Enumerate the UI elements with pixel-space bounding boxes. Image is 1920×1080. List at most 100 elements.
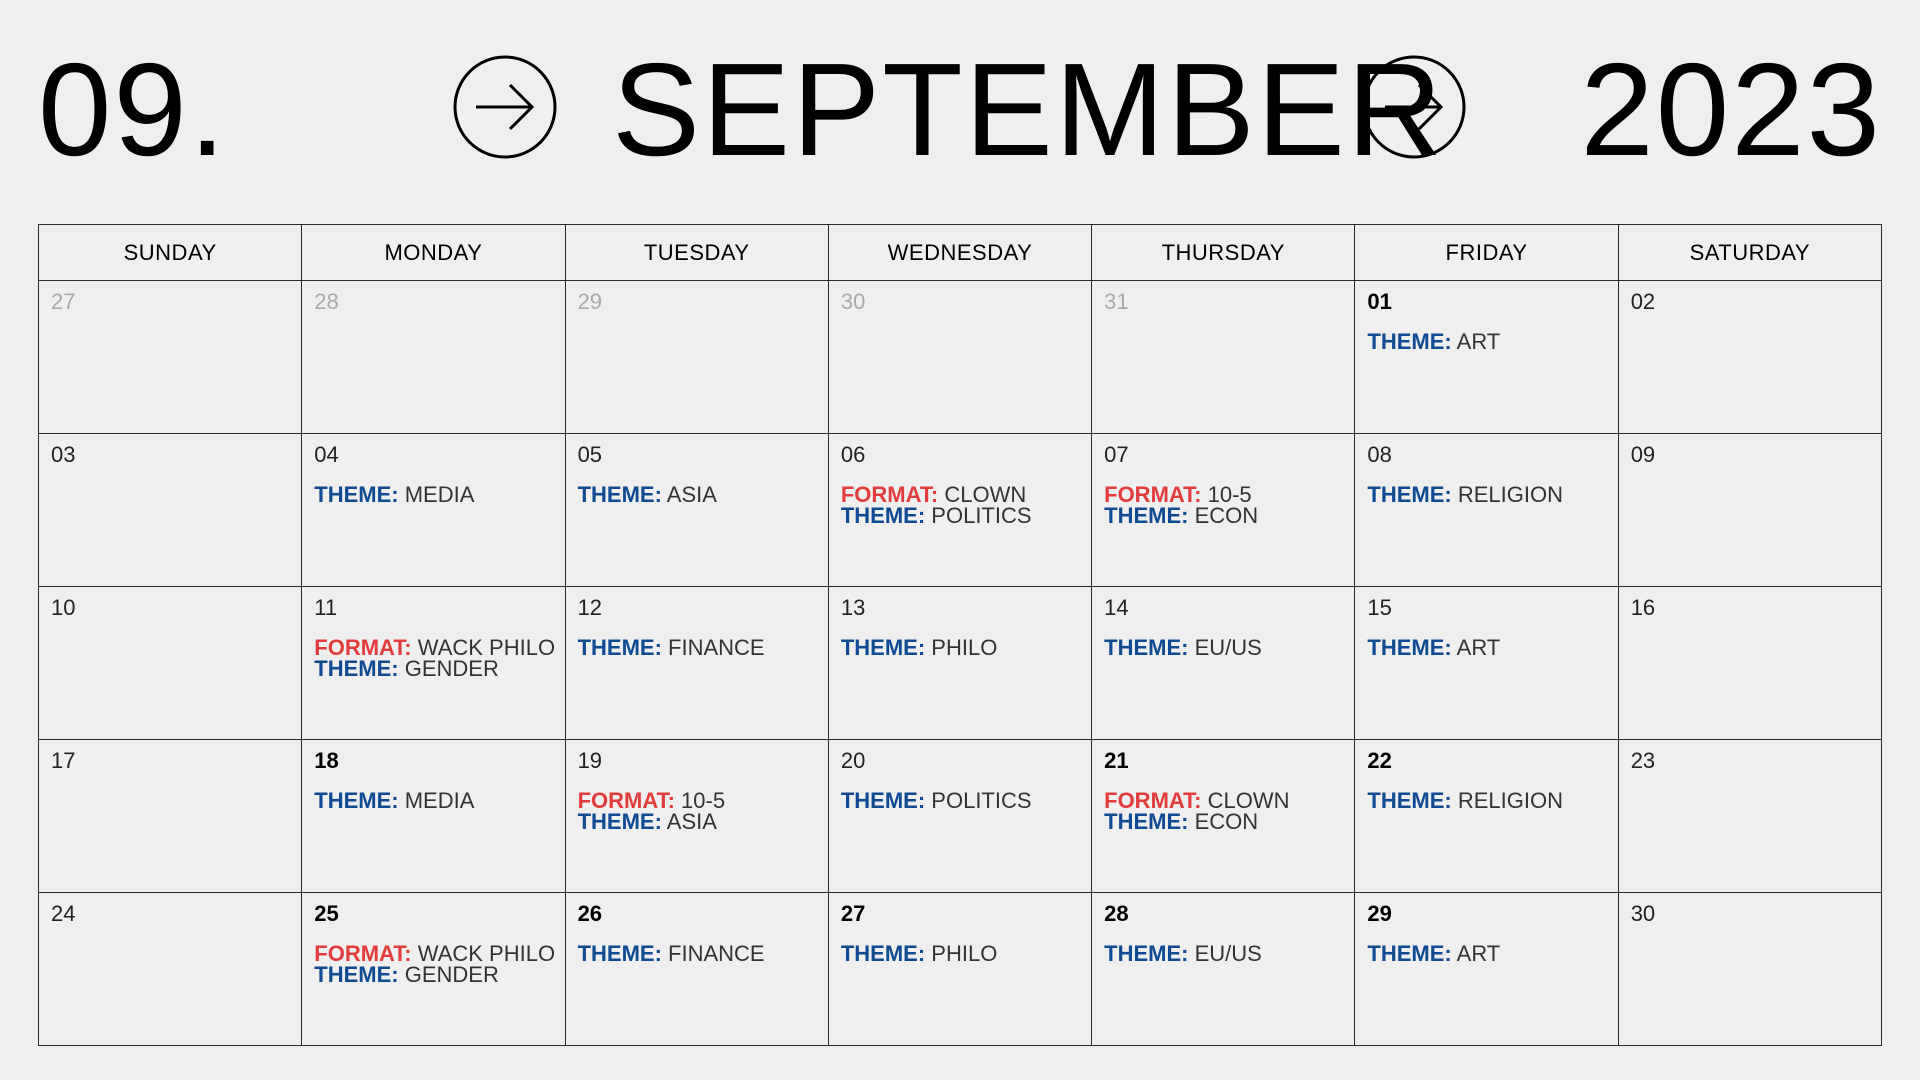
event-list: THEME: EU/US — [1104, 635, 1342, 660]
day-cell-content: 09 — [1619, 434, 1881, 468]
event-list: THEME: ART — [1367, 329, 1605, 354]
month-number: 09. — [38, 36, 228, 183]
day-cell[interactable]: 08 THEME: RELIGION — [1354, 433, 1619, 587]
theme-value: ASIA — [666, 482, 717, 507]
day-cell[interactable]: 02 — [1617, 280, 1883, 434]
day-number: 22 — [1367, 748, 1392, 773]
day-number: 03 — [51, 442, 76, 467]
theme-entry: THEME: EU/US — [1104, 635, 1342, 660]
theme-value: POLITICS — [931, 503, 1032, 528]
day-number: 30 — [840, 289, 866, 314]
theme-value: ASIA — [666, 809, 717, 834]
day-cell-content: 30 — [829, 281, 1091, 315]
day-cell[interactable]: 12 THEME: FINANCE — [564, 586, 829, 740]
day-cell[interactable]: 04 THEME: MEDIA — [301, 433, 566, 587]
event-list: FORMAT: CLOWN THEME: ECON — [1104, 790, 1342, 834]
day-cell[interactable]: 13 THEME: PHILO — [827, 586, 1093, 740]
day-cell[interactable]: 25 FORMAT: WACK PHILO THEME: GENDER — [301, 892, 566, 1046]
theme-value: EU/US — [1194, 941, 1262, 966]
event-list: THEME: MEDIA — [314, 790, 552, 812]
day-cell[interactable]: 28 THEME: EU/US — [1091, 892, 1356, 1046]
event-list: THEME: EU/US — [1104, 941, 1342, 966]
day-cell[interactable]: 17 — [37, 739, 303, 893]
event-list: THEME: PHILO — [840, 635, 1079, 660]
day-cell[interactable]: 30 — [827, 280, 1093, 434]
weekday-sunday: SUNDAY — [37, 224, 303, 281]
theme-value: MEDIA — [404, 482, 475, 507]
day-cell-content: 27 THEME: PHILO — [829, 893, 1091, 965]
day-number: 07 — [1104, 442, 1129, 467]
event-list: FORMAT: 10-5 THEME: ECON — [1104, 484, 1342, 527]
day-cell[interactable]: 01 THEME: ART — [1354, 280, 1619, 434]
day-cell[interactable]: 05 THEME: ASIA — [564, 433, 829, 587]
day-cell[interactable]: 09 — [1617, 433, 1883, 587]
theme-value: ECON — [1194, 809, 1259, 834]
day-cell[interactable]: 27 — [37, 280, 303, 434]
day-number: 24 — [51, 901, 76, 926]
day-cell[interactable]: 27 THEME: PHILO — [827, 892, 1093, 1046]
day-cell[interactable]: 29 — [564, 280, 829, 434]
theme-value: POLITICS — [931, 788, 1032, 813]
theme-label: THEME: — [840, 788, 926, 813]
theme-entry: THEME: POLITICS — [840, 788, 1079, 813]
day-cell-content: 20 THEME: POLITICS — [829, 740, 1091, 813]
day-cell[interactable]: 31 — [1091, 280, 1356, 434]
event-list: FORMAT: CLOWN THEME: POLITICS — [841, 484, 1079, 528]
arrow-right-circle-icon[interactable] — [1361, 54, 1467, 160]
theme-value: FINANCE — [668, 941, 765, 966]
day-cell[interactable]: 26 THEME: FINANCE — [564, 892, 829, 1046]
calendar-grid: SUNDAY MONDAY TUESDAY WEDNESDAY THURSDAY… — [37, 224, 1883, 1046]
theme-label: THEME: — [1104, 941, 1189, 966]
theme-label: THEME: — [840, 635, 926, 660]
day-number: 29 — [1367, 901, 1392, 926]
day-cell[interactable]: 10 — [37, 586, 303, 740]
event-list: THEME: MEDIA — [314, 482, 552, 507]
day-number: 13 — [840, 595, 866, 620]
day-cell[interactable]: 18 THEME: MEDIA — [301, 739, 566, 893]
day-cell[interactable]: 22 THEME: RELIGION — [1354, 739, 1619, 893]
day-cell[interactable]: 03 — [37, 433, 303, 587]
event-list: THEME: FINANCE — [578, 941, 816, 966]
arrow-right-circle-icon[interactable] — [452, 54, 558, 160]
theme-entry: THEME: FINANCE — [578, 637, 816, 659]
day-cell[interactable]: 19 FORMAT: 10-5 THEME: ASIA — [564, 739, 829, 893]
theme-label: THEME: — [1104, 635, 1189, 660]
calendar-header: 09. SEPTEMBER 2023 — [0, 0, 1920, 200]
day-cell[interactable]: 07 FORMAT: 10-5 THEME: ECON — [1091, 433, 1356, 587]
calendar-body: 27 28 29 30 31 01 THEME: ART 02 03 04 THEME: MEDIA… — [37, 280, 1883, 1046]
theme-entry: THEME: MEDIA — [314, 790, 552, 812]
day-cell[interactable]: 28 — [301, 280, 566, 434]
theme-entry: THEME: ART — [1367, 637, 1605, 659]
week-row: 17 18 THEME: MEDIA 19 FORMAT: 10-5 THEME: ASI… — [37, 739, 1883, 893]
theme-value: GENDER — [404, 962, 499, 987]
event-list: THEME: RELIGION — [1367, 790, 1605, 812]
theme-entry: THEME: EU/US — [1104, 941, 1342, 966]
day-number: 16 — [1630, 595, 1656, 620]
theme-entry: THEME: ECON — [1104, 809, 1342, 834]
day-cell[interactable]: 16 — [1617, 586, 1883, 740]
theme-value: ART — [1456, 941, 1501, 966]
day-number: 23 — [1630, 748, 1656, 773]
day-cell[interactable]: 21 FORMAT: CLOWN THEME: ECON — [1091, 739, 1356, 893]
day-cell[interactable]: 23 — [1617, 739, 1883, 893]
theme-value: ART — [1456, 329, 1501, 354]
day-cell-content: 03 — [39, 434, 301, 468]
week-row: 10 11 FORMAT: WACK PHILO THEME: GENDER 12 THE… — [37, 586, 1883, 740]
day-cell[interactable]: 30 — [1617, 892, 1883, 1046]
day-cell[interactable]: 29 THEME: ART — [1354, 892, 1619, 1046]
day-cell[interactable]: 20 THEME: POLITICS — [827, 739, 1093, 893]
day-number: 02 — [1630, 289, 1656, 314]
day-cell[interactable]: 06 FORMAT: CLOWN THEME: POLITICS — [827, 433, 1093, 587]
day-number: 11 — [314, 595, 338, 620]
day-cell-content: 25 FORMAT: WACK PHILO THEME: GENDER — [302, 893, 564, 987]
event-list: THEME: ART — [1367, 637, 1605, 659]
day-number: 20 — [840, 748, 866, 773]
day-cell[interactable]: 15 THEME: ART — [1354, 586, 1619, 740]
theme-label: THEME: — [577, 482, 662, 507]
day-cell-content: 02 — [1619, 281, 1881, 315]
day-cell-content: 11 FORMAT: WACK PHILO THEME: GENDER — [302, 587, 564, 680]
day-cell[interactable]: 24 — [37, 892, 303, 1046]
day-cell[interactable]: 14 THEME: EU/US — [1091, 586, 1356, 740]
day-cell[interactable]: 11 FORMAT: WACK PHILO THEME: GENDER — [301, 586, 566, 740]
theme-entry: THEME: RELIGION — [1367, 484, 1605, 506]
